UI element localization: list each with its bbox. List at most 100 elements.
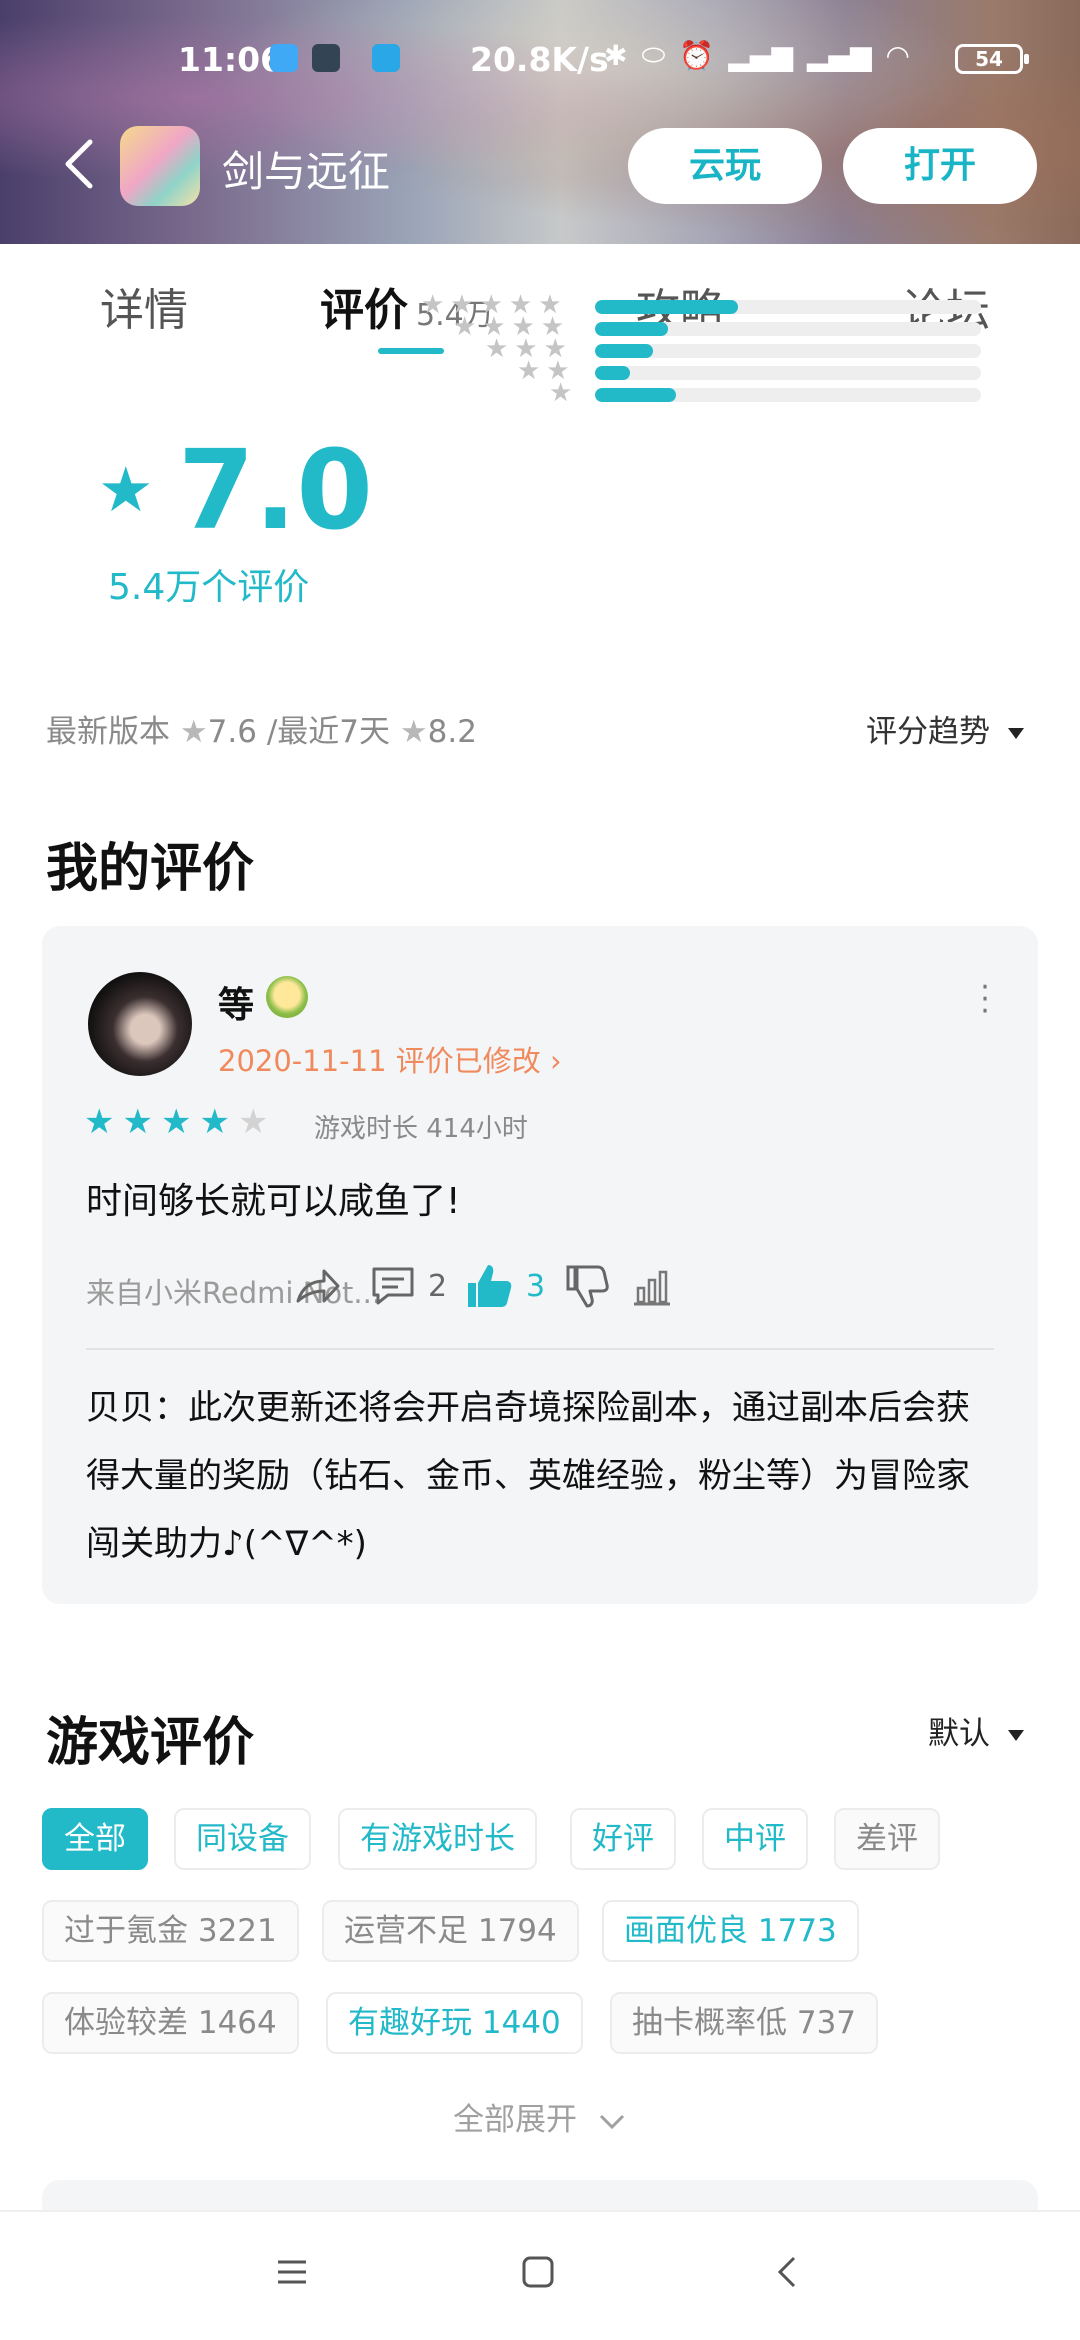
avatar[interactable]: [88, 972, 192, 1076]
developer-reply: 贝贝：此次更新还将会开启奇境探险副本，通过副本后会获得大量的奖励（钻石、金币、英…: [86, 1388, 970, 1564]
like-button[interactable]: 3: [462, 1258, 545, 1314]
filter-chip[interactable]: 好评: [570, 1808, 676, 1870]
tag-chip[interactable]: 画面优良 1773: [602, 1900, 859, 1962]
dislike-button[interactable]: [562, 1258, 612, 1314]
distribution-row-1-star: ★: [395, 378, 995, 408]
filter-chip[interactable]: 差评: [834, 1808, 940, 1870]
review-date[interactable]: 2020-11-11 评价已修改 ›: [218, 1038, 562, 1080]
tag-chip[interactable]: 体验较差 1464: [42, 1992, 299, 2054]
game-app-icon: [120, 126, 200, 206]
divider: [86, 1348, 994, 1350]
my-review-heading: 我的评价: [46, 839, 255, 899]
chevron-down-icon: [599, 2114, 624, 2129]
back-icon[interactable]: [768, 2252, 808, 2292]
distribution-track: [595, 300, 981, 314]
bar-chart-icon: [634, 1270, 670, 1306]
signal-icon: ▂▄▆: [806, 38, 872, 72]
app-header: 11:06 20.8K/s ✱ ⬭ ⏰ ▂▄▆ ▂▄▆ ◠ 54 剑与远征 云玩…: [0, 0, 1080, 244]
share-button[interactable]: [292, 1258, 342, 1314]
game-reviews-heading: 游戏评价: [46, 1713, 255, 1773]
more-options-icon[interactable]: · · ·: [980, 973, 990, 1027]
latest-version-score: 7.6: [207, 714, 257, 750]
distribution-track: [595, 388, 981, 402]
star-empty-icon: ★: [237, 1102, 277, 1142]
bluetooth-icon: ✱: [604, 38, 628, 72]
notification-app-icon: [312, 44, 340, 72]
score-star-icon: ★: [98, 453, 154, 526]
star-icon: ★: [179, 714, 208, 750]
filter-chip[interactable]: 中评: [702, 1808, 808, 1870]
star-filled-icon: ★: [160, 1102, 200, 1142]
tag-chip[interactable]: 抽卡概率低 737: [610, 1992, 879, 2054]
distribution-track: [595, 344, 981, 358]
overall-score: 7.0: [178, 426, 373, 554]
share-icon: [296, 1269, 340, 1303]
comment-count: 2: [428, 1268, 448, 1304]
filter-chip[interactable]: 同设备: [174, 1808, 311, 1870]
sort-label: 默认: [928, 1716, 990, 1752]
expand-all-button[interactable]: 全部展开: [0, 2094, 1080, 2139]
rating-count: 5.4万个评价: [108, 567, 310, 608]
distribution-track: [595, 322, 981, 336]
tag-chip[interactable]: 运营不足 1794: [322, 1900, 579, 1962]
star-filled-icon: ★: [84, 1102, 123, 1142]
status-bar: 11:06 20.8K/s ✱ ⬭ ⏰ ▂▄▆ ▂▄▆ ◠ 54: [0, 30, 1080, 90]
signal-icon: ▂▄▆: [728, 38, 793, 72]
distribution-fill: [595, 388, 677, 402]
game-title: 剑与远征: [222, 147, 391, 196]
my-review-card: 等 2020-11-11 评价已修改 › · · · ★★★★★ 游戏时长 414小…: [42, 926, 1038, 1604]
filter-chip[interactable]: 有游戏时长: [338, 1808, 537, 1870]
latest-version-label: 最新版本: [46, 714, 170, 750]
home-icon[interactable]: [518, 2252, 558, 2292]
tag-chip[interactable]: 过于氪金 3221: [42, 1900, 299, 1962]
recent-score: 8.2: [427, 714, 477, 750]
status-icons: ✱ ⬭ ⏰ ▂▄▆ ▂▄▆ ◠: [604, 38, 910, 72]
chevron-right-icon: ›: [540, 1044, 562, 1078]
expand-all-label: 全部展开: [453, 2102, 578, 2138]
star-filled-icon: ★: [122, 1102, 161, 1142]
thumbs-down-icon: [566, 1265, 609, 1308]
back-arrow-icon[interactable]: [58, 134, 98, 194]
filter-chip[interactable]: 全部: [42, 1808, 148, 1870]
user-badge-icon: [266, 976, 308, 1018]
system-nav-bar: [0, 2210, 1080, 2340]
vibrate-icon: ⬭: [641, 38, 666, 71]
version-scores: 最新版本 ★7.6 /最近7天 ★8.2: [46, 706, 477, 751]
distribution-star-icons: ★: [549, 378, 579, 408]
star-filled-icon: ★: [199, 1102, 238, 1142]
menu-icon[interactable]: [272, 2252, 312, 2292]
cloud-play-button[interactable]: 云玩: [628, 128, 822, 204]
score-trend-dropdown[interactable]: 评分趋势: [866, 706, 1024, 751]
tab-details[interactable]: 详情: [100, 274, 188, 338]
distribution-fill: [595, 322, 669, 336]
like-count: 3: [526, 1268, 546, 1304]
wifi-icon: ◠: [885, 38, 910, 72]
user-name[interactable]: 等: [218, 976, 254, 1028]
distribution-fill: [595, 366, 630, 380]
tag-chip[interactable]: 有趣好玩 1440: [326, 1992, 583, 2054]
review-date-text: 2020-11-11 评价已修改: [218, 1044, 541, 1078]
caret-down-icon: [1008, 1730, 1024, 1741]
score-trend-label: 评分趋势: [866, 714, 990, 750]
recent-label: /最近7天: [266, 714, 390, 750]
review-stars: ★★★★★: [84, 1102, 276, 1142]
review-text: 时间够长就可以咸鱼了!: [86, 1181, 461, 1222]
distribution-row-3-star: ★★★: [395, 334, 995, 364]
notification-app-icon: [372, 44, 400, 72]
open-button[interactable]: 打开: [843, 128, 1037, 204]
comment-icon: [372, 1267, 414, 1305]
playtime: 游戏时长 414小时: [314, 1114, 528, 1144]
distribution-fill: [595, 344, 653, 358]
battery-indicator: 54: [955, 44, 1029, 74]
thumbs-up-icon: [468, 1265, 512, 1307]
stats-button[interactable]: [630, 1258, 674, 1314]
distribution-fill: [595, 300, 738, 314]
network-speed: 20.8K/s: [470, 40, 609, 79]
star-icon: ★: [399, 714, 428, 750]
comments-button[interactable]: 2: [368, 1258, 447, 1314]
distribution-track: [595, 366, 981, 380]
sort-dropdown[interactable]: 默认: [928, 1708, 1024, 1753]
distribution-row-2-star: ★★: [395, 356, 995, 386]
notification-app-icon: [270, 44, 298, 72]
caret-down-icon: [1008, 728, 1024, 739]
